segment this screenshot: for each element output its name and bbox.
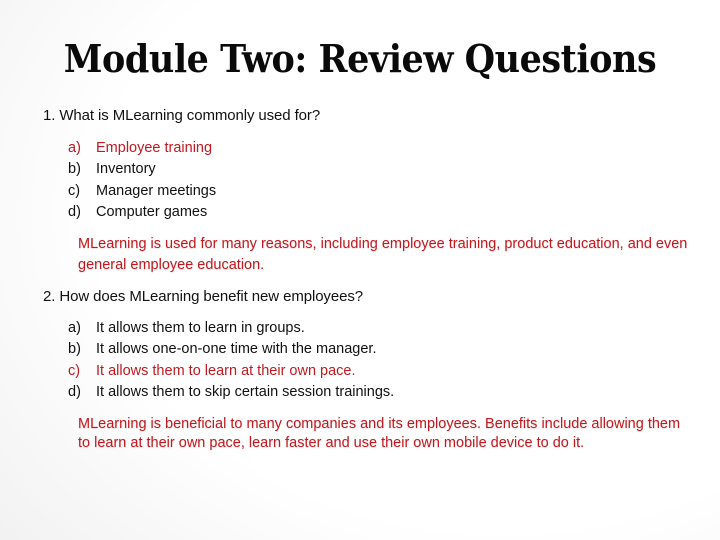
option-text: It allows one-on-one time with the manag… — [96, 341, 377, 358]
question-2-option-c: c) It allows them to learn at their own … — [68, 361, 394, 382]
question-1-option-c: c) Manager meetings — [68, 181, 216, 202]
question-1-option-d: d) Computer games — [68, 202, 216, 223]
question-1-prompt: 1. What is MLearning commonly used for? — [43, 107, 321, 124]
option-letter: a) — [68, 140, 81, 156]
option-letter: d) — [68, 383, 81, 400]
option-text: It allows them to learn at their own pac… — [96, 362, 356, 379]
option-letter: c) — [68, 182, 81, 199]
question-2-explanation: MLearning is beneficial to many companie… — [78, 416, 681, 451]
option-text: Manager meetings — [96, 182, 217, 199]
option-letter: d) — [68, 203, 81, 220]
option-letter: b) — [68, 341, 81, 358]
option-letter: a) — [68, 320, 81, 336]
option-text: Computer games — [96, 203, 208, 220]
question-1-options: a) Employee training b) Inventory c) Man… — [68, 138, 216, 223]
slide: Module Two: Review Questions 1. What is … — [0, 0, 720, 540]
question-2-options: a) It allows them to learn in groups. b)… — [68, 318, 394, 403]
question-2-option-b: b) It allows one-on-one time with the ma… — [68, 339, 394, 360]
option-text: Employee training — [96, 140, 213, 156]
question-1-explanation: MLearning is used for many reasons, incl… — [78, 236, 688, 273]
option-text: Inventory — [96, 161, 156, 178]
question-2-option-a: a) It allows them to learn in groups. — [68, 318, 394, 339]
question-1-option-b: b) Inventory — [68, 159, 216, 180]
option-letter: b) — [68, 161, 81, 178]
option-letter: c) — [68, 362, 81, 379]
question-1-option-a: a) Employee training — [68, 138, 216, 159]
slide-title: Module Two: Review Questions — [63, 36, 657, 81]
question-2-option-d: d) It allows them to skip certain sessio… — [68, 382, 394, 403]
question-2-prompt: 2. How does MLearning benefit new employ… — [43, 288, 363, 305]
option-text: It allows them to skip certain session t… — [96, 383, 395, 400]
option-text: It allows them to learn in groups. — [96, 320, 305, 336]
